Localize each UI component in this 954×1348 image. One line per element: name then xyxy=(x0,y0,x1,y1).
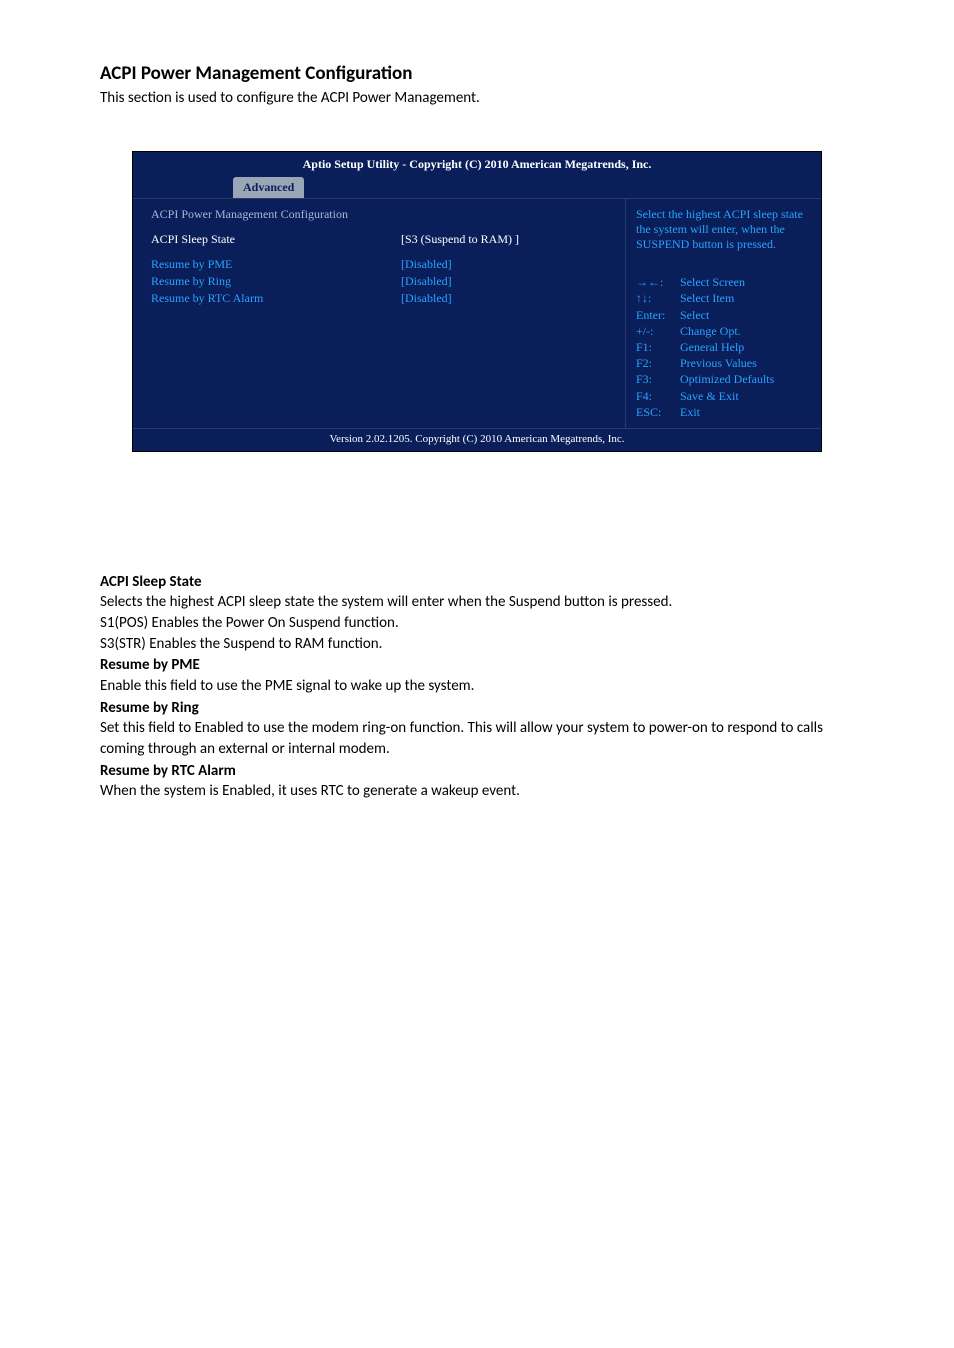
bios-row-value: [Disabled] xyxy=(401,291,452,306)
description-section: ACPI Sleep State Selects the highest ACP… xyxy=(100,572,854,803)
key-code: →←: xyxy=(636,274,674,290)
bios-body: ACPI Power Management Configuration ACPI… xyxy=(133,198,821,428)
key-desc: Exit xyxy=(680,404,700,420)
bios-row-label: ACPI Sleep State xyxy=(151,232,401,247)
bios-row-resume-ring[interactable]: Resume by Ring [Disabled] xyxy=(151,274,607,289)
bios-row-label: Resume by RTC Alarm xyxy=(151,291,401,306)
bios-right-panel: Select the highest ACPI sleep state the … xyxy=(626,198,821,428)
bios-left-panel: ACPI Power Management Configuration ACPI… xyxy=(133,198,626,428)
desc-resume-pme-heading: Resume by PME xyxy=(100,655,854,676)
key-code: Enter: xyxy=(636,307,674,323)
key-code: +/-: xyxy=(636,323,674,339)
key-desc: Select xyxy=(680,307,709,323)
key-desc: Optimized Defaults xyxy=(680,371,774,387)
key-desc: Change Opt. xyxy=(680,323,741,339)
bios-row-value: [S3 (Suspend to RAM) ] xyxy=(401,232,519,247)
key-code: F4: xyxy=(636,388,674,404)
key-code: F3: xyxy=(636,371,674,387)
key-code: F1: xyxy=(636,339,674,355)
desc-resume-rtc-heading: Resume by RTC Alarm xyxy=(100,761,854,782)
bios-footer: Version 2.02.1205. Copyright (C) 2010 Am… xyxy=(133,428,821,451)
bios-row-resume-pme[interactable]: Resume by PME [Disabled] xyxy=(151,257,607,272)
desc-text: S3(STR) Enables the Suspend to RAM funct… xyxy=(100,634,854,655)
bios-row-value: [Disabled] xyxy=(401,257,452,272)
desc-text: S1(POS) Enables the Power On Suspend fun… xyxy=(100,613,854,634)
bios-left-heading: ACPI Power Management Configuration xyxy=(151,207,401,222)
key-desc: Select Screen xyxy=(680,274,745,290)
desc-text: Selects the highest ACPI sleep state the… xyxy=(100,592,854,613)
desc-text: Set this field to Enabled to use the mod… xyxy=(100,718,854,759)
tab-advanced[interactable]: Advanced xyxy=(233,177,304,198)
key-desc: Previous Values xyxy=(680,355,757,371)
desc-text: When the system is Enabled, it uses RTC … xyxy=(100,781,854,802)
key-code: ESC: xyxy=(636,404,674,420)
bios-row-acpi-sleep-state[interactable]: ACPI Sleep State [S3 (Suspend to RAM) ] xyxy=(151,232,607,247)
bios-row-label: Resume by PME xyxy=(151,257,401,272)
bios-key-legend: →←: Select Screen ↑↓: Select Item Enter: Se… xyxy=(636,274,811,420)
desc-text: Enable this field to use the PME signal … xyxy=(100,676,854,697)
intro-text: This section is used to configure the AC… xyxy=(100,89,854,107)
bios-row-label: Resume by Ring xyxy=(151,274,401,289)
bios-tab-row: Advanced xyxy=(133,177,821,198)
bios-row-resume-rtc[interactable]: Resume by RTC Alarm [Disabled] xyxy=(151,291,607,306)
bios-window: Aptio Setup Utility - Copyright (C) 2010… xyxy=(132,151,822,452)
page-title: ACPI Power Management Configuration xyxy=(100,62,854,85)
desc-resume-ring-heading: Resume by Ring xyxy=(100,698,854,719)
bios-help-text: Select the highest ACPI sleep state the … xyxy=(636,207,811,252)
desc-acpi-sleep-heading: ACPI Sleep State xyxy=(100,572,854,593)
key-desc: Save & Exit xyxy=(680,388,739,404)
key-code: ↑↓: xyxy=(636,290,674,306)
key-desc: General Help xyxy=(680,339,744,355)
bios-row-value: [Disabled] xyxy=(401,274,452,289)
key-code: F2: xyxy=(636,355,674,371)
key-desc: Select Item xyxy=(680,290,734,306)
bios-titlebar: Aptio Setup Utility - Copyright (C) 2010… xyxy=(133,152,821,177)
